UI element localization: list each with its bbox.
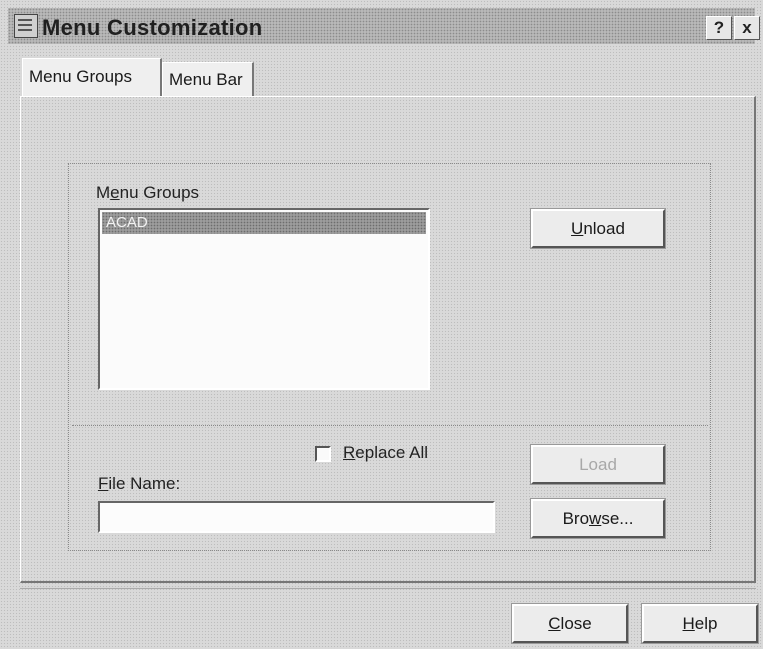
help-titlebar-button[interactable]: ? bbox=[706, 16, 732, 40]
browse-button[interactable]: Browse... bbox=[530, 498, 666, 539]
group-divider bbox=[72, 425, 708, 426]
window-title: Menu Customization bbox=[42, 15, 263, 40]
footer-separator bbox=[20, 588, 756, 589]
tab-menu-bar[interactable]: Menu Bar bbox=[162, 62, 254, 96]
tab-menu-groups[interactable]: Menu Groups bbox=[22, 58, 162, 96]
close-titlebar-button[interactable]: x bbox=[734, 16, 760, 40]
replace-all-label[interactable]: Replace All bbox=[343, 443, 428, 463]
menu-groups-list[interactable]: ACAD bbox=[98, 208, 430, 390]
file-name-label: File Name: bbox=[98, 474, 181, 493]
help-button[interactable]: Help bbox=[641, 603, 759, 644]
list-item[interactable]: ACAD bbox=[102, 212, 426, 234]
file-name-field[interactable] bbox=[98, 501, 495, 533]
load-button[interactable]: Load bbox=[530, 444, 666, 485]
unload-button[interactable]: Unload bbox=[530, 208, 666, 249]
replace-all-checkbox[interactable] bbox=[315, 446, 331, 462]
menu-groups-label: Menu Groups bbox=[96, 183, 200, 202]
close-button[interactable]: Close bbox=[511, 603, 629, 644]
app-menu-icon[interactable] bbox=[14, 14, 38, 38]
